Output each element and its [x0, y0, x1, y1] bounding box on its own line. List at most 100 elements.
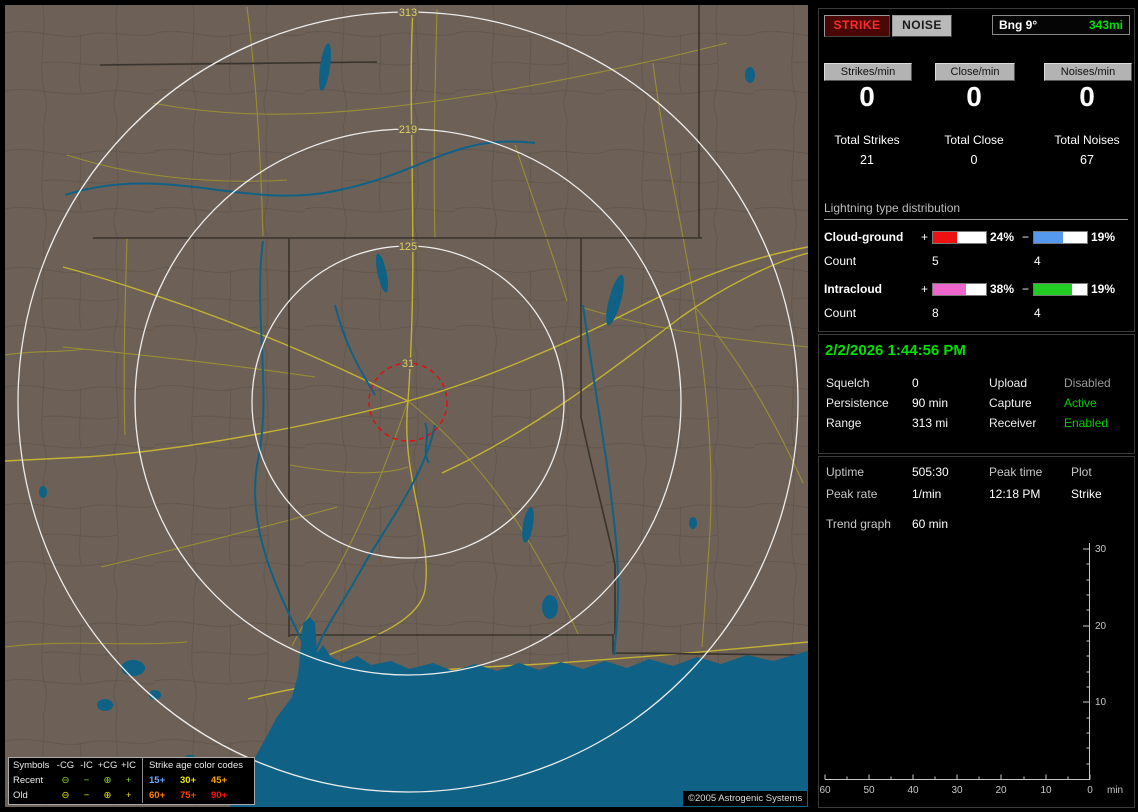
noise-button[interactable]: NOISE	[892, 15, 952, 37]
total-noises-value: 67	[1080, 153, 1094, 167]
lightning-map[interactable]: 313 219 125 31 Symbols -CG -IC +CG +IC S…	[5, 5, 808, 807]
age-code-75: 75+	[180, 790, 197, 801]
side-panel: STRIKE NOISE Bng 9° 343mi Strikes/min Cl…	[815, 0, 1138, 812]
neg-ic-old-icon: −	[83, 790, 90, 801]
datetime-display: 2/2/2026 1:44:56 PM	[825, 342, 966, 359]
y-tick-label: 30	[1095, 544, 1107, 555]
cloud-ground-count-row: Count 5 4	[819, 254, 1134, 268]
legend-header-row: Symbols -CG -IC +CG +IC Strike age color…	[9, 758, 254, 773]
counters-box: STRIKE NOISE Bng 9° 343mi Strikes/min Cl…	[818, 8, 1135, 332]
receiver-status: Enabled	[1064, 416, 1109, 430]
bearing-label: Bng 9°	[999, 18, 1038, 32]
status-row: Uptime 505:30 Peak time Plot	[819, 465, 1134, 483]
settings-row: Persistence 90 min Capture Active	[819, 396, 1134, 414]
legend-col-neg-ic: -IC	[80, 760, 93, 771]
noises-per-min-label[interactable]: Noises/min	[1044, 63, 1132, 81]
legend-col-pos-cg: +CG	[97, 760, 118, 771]
cg-plus-count: 5	[932, 254, 939, 268]
plot-value: Strike	[1071, 487, 1102, 501]
ring-label-125: 125	[399, 241, 417, 253]
trend-graph-label: Trend graph	[826, 517, 891, 531]
range-label: Range	[826, 416, 862, 430]
intracloud-count-row: Count 8 4	[819, 306, 1134, 320]
x-tick-label: 20	[995, 785, 1007, 796]
x-axis-unit: min	[1107, 785, 1123, 796]
cg-plus-bar-fill	[933, 232, 957, 243]
age-code-30: 30+	[180, 775, 197, 786]
peak-time-value: 12:18 PM	[989, 487, 1041, 501]
total-close-value: 0	[970, 153, 978, 167]
uptime-value: 505:30	[912, 465, 949, 479]
cg-minus-bar-fill	[1034, 232, 1064, 243]
capture-status: Active	[1064, 396, 1097, 410]
legend-age-header: Strike age color codes	[149, 760, 243, 771]
pos-ic-recent-icon: +	[125, 775, 132, 786]
ring-label-219: 219	[399, 124, 417, 136]
capture-label: Capture	[989, 396, 1032, 410]
ring-label-313: 313	[399, 7, 417, 19]
legend-col-neg-cg: -CG	[56, 760, 75, 771]
upload-label: Upload	[989, 376, 1028, 390]
x-tick-label: 60	[819, 785, 831, 796]
cg-minus-bar	[1033, 231, 1088, 244]
x-tick-label: 10	[1040, 785, 1052, 796]
distribution-title: Lightning type distribution	[824, 201, 1128, 220]
strike-button[interactable]: STRIKE	[824, 15, 890, 37]
pos-cg-recent-icon: ⊕	[103, 775, 112, 786]
legend-recent-row: Recent ⊖ − ⊕ + 15+ 30+ 45+	[9, 773, 254, 788]
settings-row: Squelch 0 Upload Disabled	[819, 376, 1134, 394]
cg-plus-pct: 24%	[990, 230, 1015, 244]
strikes-per-min-label[interactable]: Strikes/min	[824, 63, 912, 81]
legend-old-label: Old	[13, 790, 28, 801]
y-tick-label: 20	[1095, 621, 1107, 632]
neg-cg-old-icon: ⊖	[61, 790, 70, 801]
age-code-90: 90+	[211, 790, 228, 801]
count-label: Count	[824, 306, 857, 320]
legend-symbols-header: Symbols	[13, 760, 50, 771]
total-strikes-label: Total Strikes	[834, 133, 900, 147]
settings-box: 2/2/2026 1:44:56 PM Squelch 0 Upload Dis…	[818, 334, 1135, 454]
total-noises-label: Total Noises	[1054, 133, 1120, 147]
cg-plus-bar	[932, 231, 987, 244]
legend-old-row: Old ⊖ − ⊕ + 60+ 75+ 90+	[9, 788, 254, 803]
trend-graph: 30 20 10 60 50 40 30 20 10 0 min	[819, 543, 1123, 796]
app-window: 313 219 125 31 Symbols -CG -IC +CG +IC S…	[0, 0, 1138, 812]
close-per-min-label[interactable]: Close/min	[935, 63, 1015, 81]
persistence-value: 90 min	[912, 396, 949, 410]
upload-status: Disabled	[1064, 376, 1111, 390]
neg-ic-recent-icon: −	[83, 775, 90, 786]
bearing-range: 343mi	[1088, 18, 1123, 32]
y-major-ticks	[1083, 548, 1090, 703]
x-tick-label: 0	[1087, 785, 1093, 796]
legend-col-pos-ic: +IC	[120, 760, 137, 771]
minus-sign: −	[1022, 282, 1030, 296]
ic-plus-bar-fill	[933, 284, 966, 295]
trend-graph-value: 60 min	[912, 517, 949, 531]
copyright-text: ©2005 Astrogenic Systems	[683, 791, 808, 806]
age-code-15: 15+	[149, 775, 166, 786]
legend-recent-label: Recent	[13, 775, 44, 786]
age-code-45: 45+	[211, 775, 228, 786]
bearing-readout: Bng 9° 343mi	[992, 15, 1130, 35]
trend-box: Uptime 505:30 Peak time Plot Peak rate 1…	[818, 456, 1135, 808]
receiver-label: Receiver	[989, 416, 1037, 430]
close-per-min-value: 0	[966, 81, 982, 112]
ic-plus-pct: 38%	[990, 282, 1015, 296]
minus-sign: −	[1022, 230, 1030, 244]
ic-minus-bar-fill	[1034, 284, 1073, 295]
cg-minus-pct: 19%	[1091, 230, 1116, 244]
ic-plus-count: 8	[932, 306, 939, 320]
intracloud-label: Intracloud	[824, 282, 883, 296]
y-tick-label: 10	[1095, 697, 1107, 708]
peak-rate-value: 1/min	[912, 487, 942, 501]
map-canvas: 313 219 125 31	[5, 5, 808, 807]
count-label: Count	[824, 254, 857, 268]
ic-plus-bar	[932, 283, 987, 296]
status-row: Peak rate 1/min 12:18 PM Strike	[819, 487, 1134, 505]
strikes-per-min-value: 0	[859, 81, 875, 112]
squelch-label: Squelch	[826, 376, 870, 390]
noises-per-min-value: 0	[1079, 81, 1095, 112]
x-major-ticks	[824, 774, 1091, 780]
total-close-label: Total Close	[944, 133, 1004, 147]
x-tick-label: 50	[863, 785, 875, 796]
